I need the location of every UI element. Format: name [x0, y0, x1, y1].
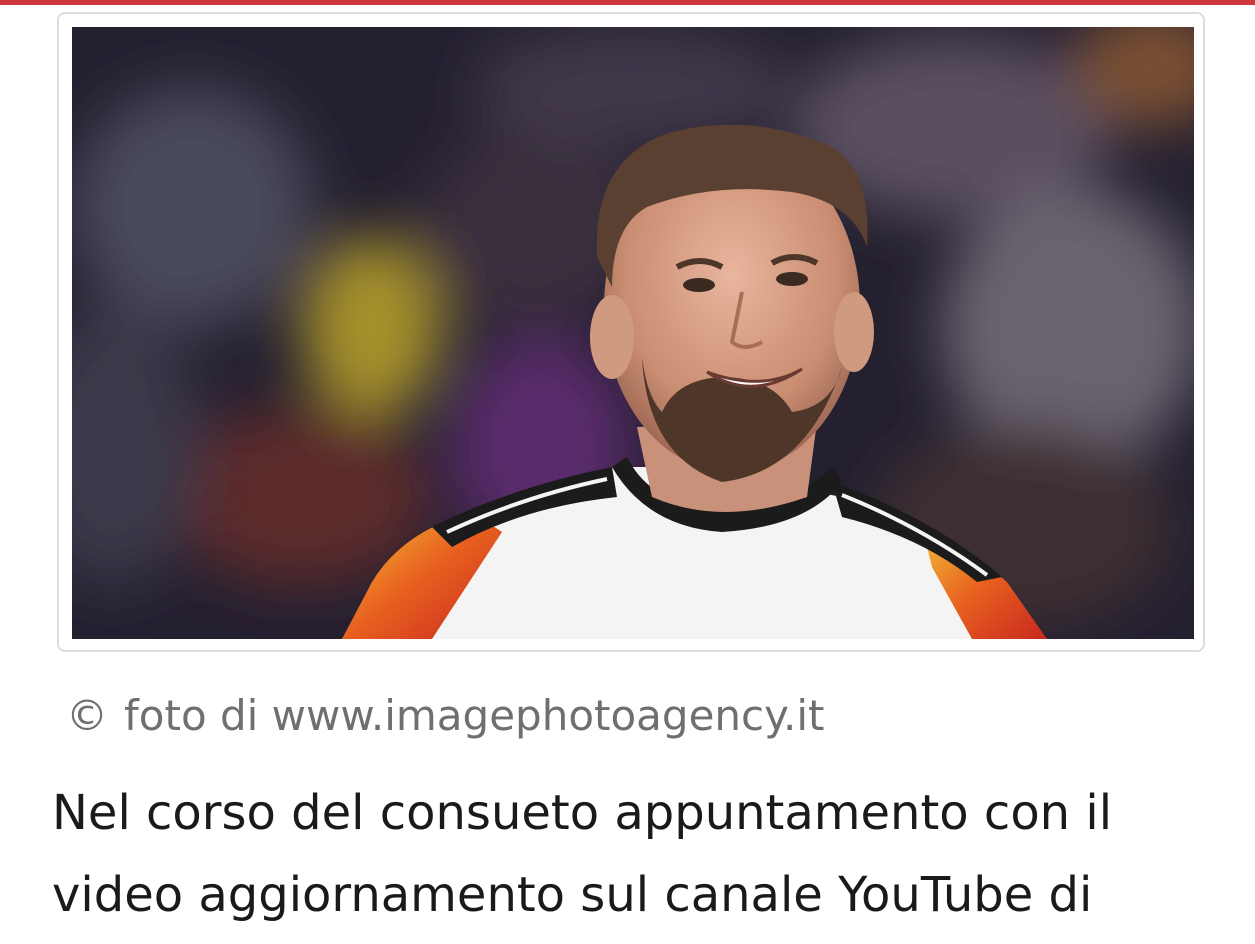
article-line: video aggiornamento sul canale YouTube d… — [52, 867, 1093, 923]
article-paragraph: Nel corso del consueto appuntamento con … — [52, 772, 1212, 936]
article-photo[interactable] — [72, 27, 1194, 639]
top-accent-bar — [0, 0, 1255, 5]
photo-credit: © foto di www.imagephotoagency.it — [66, 688, 825, 744]
article-photo-card[interactable] — [57, 12, 1205, 652]
article-line: Nel corso del consueto appuntamento con … — [52, 785, 1113, 841]
photo-credit-text: foto di www.imagephotoagency.it — [124, 691, 825, 740]
copyright-icon: © — [66, 691, 108, 740]
player-photo-icon — [72, 27, 1194, 639]
